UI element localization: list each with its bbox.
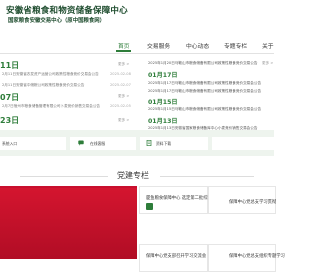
portal-item[interactable] — [212, 137, 274, 150]
org-title: 安徽省粮食和物资储备保障中心 — [6, 6, 128, 16]
nav-item-special-topics[interactable]: 专题专栏 — [224, 41, 247, 50]
party-card-title: 厦鱼粮食保障中心 选定第二批综合 — [146, 196, 212, 201]
news-item-date: 2025-02-07 — [110, 83, 131, 87]
document-icon — [146, 140, 152, 146]
nav-item-about[interactable]: 关于 — [262, 41, 274, 50]
party-banner-fill — [0, 188, 137, 259]
site-header: 安徽省粮食和物资储备保障中心 国家粮食安徽交易中心（原中国粮食网） — [0, 0, 274, 36]
org-subtitle: 国家粮食安徽交易中心（原中国粮食网） — [8, 18, 106, 24]
more-link[interactable]: 更多 > — [118, 62, 129, 67]
party-card-title: 保障中心党支部召开学习交流会 — [146, 254, 207, 259]
news-date-header: 07日 — [0, 93, 20, 102]
news-date-header: 01月15日 — [148, 99, 178, 106]
nav-active-indicator — [116, 50, 131, 52]
portal-system-entry[interactable]: 系统入口 — [0, 137, 66, 150]
more-link[interactable]: 更多 > — [118, 94, 129, 99]
section-title-party: 党建专栏 — [117, 171, 149, 180]
news-item-title[interactable]: 2025年1月17日马鞍山市粮食储备有限公司政策性粮食竞价交易会公告 — [148, 89, 261, 94]
party-card[interactable]: 保障中心党支部召开学习交流会 — [139, 244, 208, 272]
party-card-title: 保障中心党总支学习贯彻 — [229, 200, 277, 205]
news-item-title[interactable]: 2月11日安徽省中储粮公司政策性粮食竞价交易公告 — [2, 83, 84, 88]
nav-item-home[interactable]: 首页 — [118, 41, 130, 50]
portal-bar: 系统入口 在线客服 资料下载 — [0, 130, 274, 156]
news-item-title[interactable]: 2025年1月17日马鞍山市粮食储备有限公司政策性粮食竞价交易会公告 — [148, 81, 261, 86]
more-link[interactable]: 更多 > — [118, 118, 129, 123]
news-date-header: 23日 — [0, 116, 20, 125]
portal-label: 资料下载 — [156, 141, 172, 146]
more-link[interactable]: 更多 > — [262, 61, 273, 66]
nav-item-trading-services[interactable]: 交易服务 — [147, 41, 170, 50]
news-item-title[interactable]: 2025年1月20日马鞍山市粮食储备有限公司政策性粮食竞价交易公告 — [148, 61, 257, 66]
news-item-title[interactable]: 2025年1月15日马鞍山市粮食储备有限公司政策性粮食竞价交易会公告 — [148, 107, 261, 112]
portal-label: 系统入口 — [2, 141, 18, 146]
news-item-date: 2025-02-05 — [110, 104, 131, 108]
nav-item-center-news[interactable]: 中心动态 — [186, 41, 209, 50]
news-item-title[interactable]: 2月11日安徽省农发资产运营公司政策性粮食竞价交易会公告 — [2, 72, 99, 77]
party-card-icon — [146, 203, 153, 210]
news-item-title[interactable]: 2月7日宿州市粮食储备管理有限公司卜麦竞价销售交易会公告 — [2, 104, 100, 109]
news-date-header: 01月17日 — [148, 72, 178, 79]
portal-label: 在线客服 — [90, 141, 106, 146]
nav-divider — [0, 53, 274, 54]
portal-downloads[interactable]: 资料下载 — [140, 137, 208, 150]
portal-online-service[interactable]: 在线客服 — [70, 137, 136, 150]
party-card[interactable]: 保障中心党总支组织专题学习 — [208, 244, 285, 272]
news-date-header: 11日 — [0, 61, 20, 70]
chat-icon — [78, 140, 84, 146]
party-card-title: 保障中心党总支组织专题学习 — [229, 254, 285, 259]
section-rule-right — [160, 176, 254, 177]
news-item-date: 2025-02-08 — [110, 72, 131, 76]
main-nav: 首页 交易服务 中心动态 专题专栏 关于 — [0, 37, 274, 53]
party-card[interactable]: 保障中心党总支学习贯彻 — [208, 186, 276, 214]
section-rule-left — [20, 176, 108, 177]
party-card[interactable]: 厦鱼粮食保障中心 选定第二批综合 — [139, 186, 212, 214]
news-date-header: 01月13日 — [148, 118, 178, 125]
